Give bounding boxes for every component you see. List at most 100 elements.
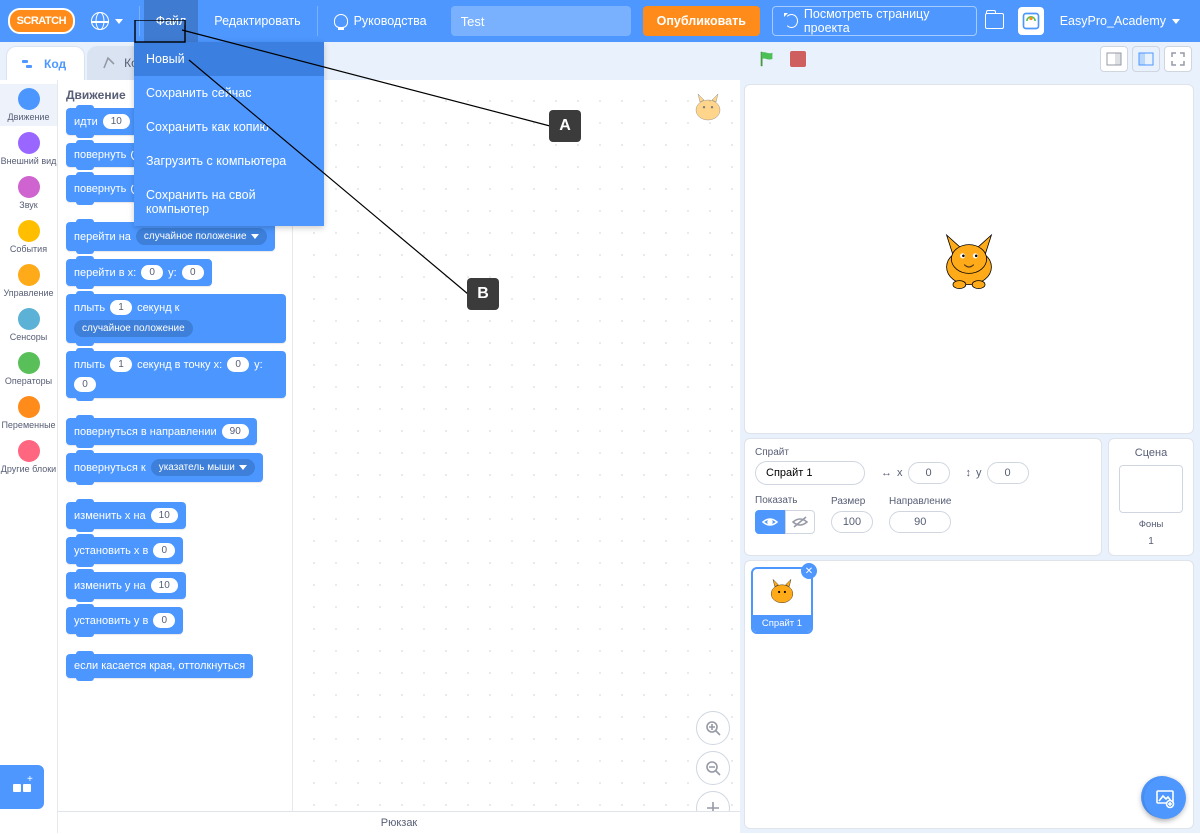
- zoom-out-button[interactable]: [696, 751, 730, 785]
- scratch-logo[interactable]: SCRATCH: [8, 8, 75, 34]
- block-goto-menu[interactable]: перейти наслучайное положение: [66, 222, 275, 251]
- show-sprite-button[interactable]: [755, 510, 785, 534]
- sprite-tile[interactable]: ✕ Спрайт 1: [751, 567, 813, 634]
- tutorials-button[interactable]: Руководства: [322, 0, 439, 42]
- file-menu-save-copy[interactable]: Сохранить как копию: [134, 110, 324, 144]
- block-change-x[interactable]: изменить x на10: [66, 502, 186, 529]
- sprite-direction-input[interactable]: 90: [889, 511, 951, 533]
- block-point-direction[interactable]: повернуться в направлении90: [66, 418, 257, 445]
- category-control[interactable]: Управление: [0, 260, 57, 302]
- block-input[interactable]: 0: [227, 357, 249, 372]
- direction-label: Направление: [889, 496, 951, 507]
- refresh-icon: [785, 14, 798, 28]
- block-input[interactable]: 0: [153, 543, 175, 558]
- block-input[interactable]: 1: [110, 357, 132, 372]
- project-page-button[interactable]: Посмотреть страницу проекта: [772, 6, 977, 36]
- category-motion[interactable]: Движение: [0, 84, 57, 126]
- category-events[interactable]: События: [0, 216, 57, 258]
- account-menu[interactable]: EasyPro_Academy: [1048, 0, 1192, 42]
- backpack-header[interactable]: Рюкзак: [58, 811, 740, 833]
- stage-selector[interactable]: Сцена Фоны 1: [1108, 438, 1194, 556]
- sprite-name-input[interactable]: [755, 461, 865, 485]
- block-glide-menu[interactable]: плыть1секунд кслучайное положение: [66, 294, 286, 343]
- language-picker[interactable]: [79, 0, 135, 42]
- sprite-y-input[interactable]: 0: [987, 462, 1029, 484]
- block-dropdown[interactable]: случайное положение: [136, 228, 267, 245]
- category-sound[interactable]: Звук: [0, 172, 57, 214]
- project-name-input[interactable]: [451, 6, 631, 36]
- block-change-y[interactable]: изменить y на10: [66, 572, 186, 599]
- block-set-y[interactable]: установить y в0: [66, 607, 183, 634]
- sprite-x-input[interactable]: 0: [908, 462, 950, 484]
- variables-dot-icon: [18, 396, 40, 418]
- stage-small-button[interactable]: [1100, 46, 1128, 72]
- edit-menu-button[interactable]: Редактировать: [202, 0, 312, 42]
- arrows-h-icon: ↔: [881, 467, 892, 479]
- mystuff-icon[interactable]: [985, 13, 1004, 29]
- tutorials-label: Руководства: [354, 14, 427, 28]
- extensions-button[interactable]: +: [0, 765, 44, 809]
- category-label: Управление: [3, 288, 53, 298]
- block-input[interactable]: 0: [74, 377, 96, 392]
- category-myblocks[interactable]: Другие блоки: [0, 436, 57, 478]
- lightbulb-icon: [334, 14, 348, 28]
- block-input[interactable]: 0: [141, 265, 163, 280]
- block-bounce[interactable]: если касается края, оттолкнуться: [66, 654, 253, 678]
- block-input[interactable]: 0: [153, 613, 175, 628]
- right-panel: Спрайт ↔x0 ↕y0 Показать Разме: [740, 80, 1200, 833]
- block-goto-xy[interactable]: перейти в x:0y:0: [66, 259, 212, 286]
- chevron-down-icon: [239, 465, 247, 470]
- workspace-grid: [293, 80, 740, 833]
- backdrops-count: 1: [1148, 536, 1154, 547]
- code-icon: [21, 56, 37, 72]
- block-dropdown[interactable]: случайное положение: [74, 320, 193, 337]
- block-input[interactable]: 10: [151, 508, 178, 523]
- add-backdrop-button[interactable]: [1144, 777, 1186, 819]
- tab-code[interactable]: Код: [6, 46, 85, 80]
- arrows-v-icon: ↕: [966, 467, 972, 479]
- looks-dot-icon: [18, 132, 40, 154]
- zoom-in-button[interactable]: [696, 711, 730, 745]
- block-input[interactable]: 10: [103, 114, 130, 129]
- block-dropdown[interactable]: указатель мыши: [151, 459, 255, 476]
- category-operators[interactable]: Операторы: [0, 348, 57, 390]
- motion-dot-icon: [18, 88, 40, 110]
- block-input[interactable]: 0: [182, 265, 204, 280]
- block-input[interactable]: 1: [110, 300, 132, 315]
- delete-sprite-icon[interactable]: ✕: [801, 563, 817, 579]
- stage-large-button[interactable]: [1132, 46, 1160, 72]
- file-menu-download[interactable]: Сохранить на свой компьютер: [134, 178, 324, 226]
- block-glide-xy[interactable]: плыть1секунд в точку x:0y:0: [66, 351, 286, 398]
- sprite-watermark-icon: [688, 88, 728, 128]
- stage[interactable]: [744, 84, 1194, 434]
- category-label: Внешний вид: [1, 156, 57, 166]
- file-menu-save-now[interactable]: Сохранить сейчас: [134, 76, 324, 110]
- block-point-towards[interactable]: повернуться куказатель мыши: [66, 453, 263, 482]
- stage-thumbnail[interactable]: [1119, 465, 1183, 513]
- sprite-info-panel: Спрайт ↔x0 ↕y0 Показать Разме: [744, 438, 1102, 556]
- category-looks[interactable]: Внешний вид: [0, 128, 57, 170]
- myblocks-dot-icon: [18, 440, 40, 462]
- file-menu-button[interactable]: Файл: [144, 0, 199, 42]
- file-menu-load[interactable]: Загрузить с компьютера: [134, 144, 324, 178]
- stop-icon[interactable]: [790, 51, 806, 67]
- category-label: События: [10, 244, 47, 254]
- hide-sprite-button[interactable]: [785, 510, 815, 534]
- publish-button[interactable]: Опубликовать: [643, 6, 760, 36]
- file-menu-new[interactable]: Новый: [134, 42, 324, 76]
- block-input[interactable]: 90: [222, 424, 249, 439]
- category-label: Операторы: [5, 376, 52, 386]
- workspace[interactable]: [293, 80, 740, 833]
- block-input[interactable]: 10: [151, 578, 178, 593]
- green-flag-icon[interactable]: [758, 50, 776, 68]
- category-sensing[interactable]: Сенсоры: [0, 304, 57, 346]
- sound-dot-icon: [18, 176, 40, 198]
- block-set-x[interactable]: установить x в0: [66, 537, 183, 564]
- category-variables[interactable]: Переменные: [0, 392, 57, 434]
- chevron-down-icon: [115, 19, 123, 24]
- category-label: Звук: [19, 200, 37, 210]
- user-avatar[interactable]: [1018, 7, 1044, 35]
- stage-full-button[interactable]: [1164, 46, 1192, 72]
- events-dot-icon: [18, 220, 40, 242]
- sprite-size-input[interactable]: 100: [831, 511, 873, 533]
